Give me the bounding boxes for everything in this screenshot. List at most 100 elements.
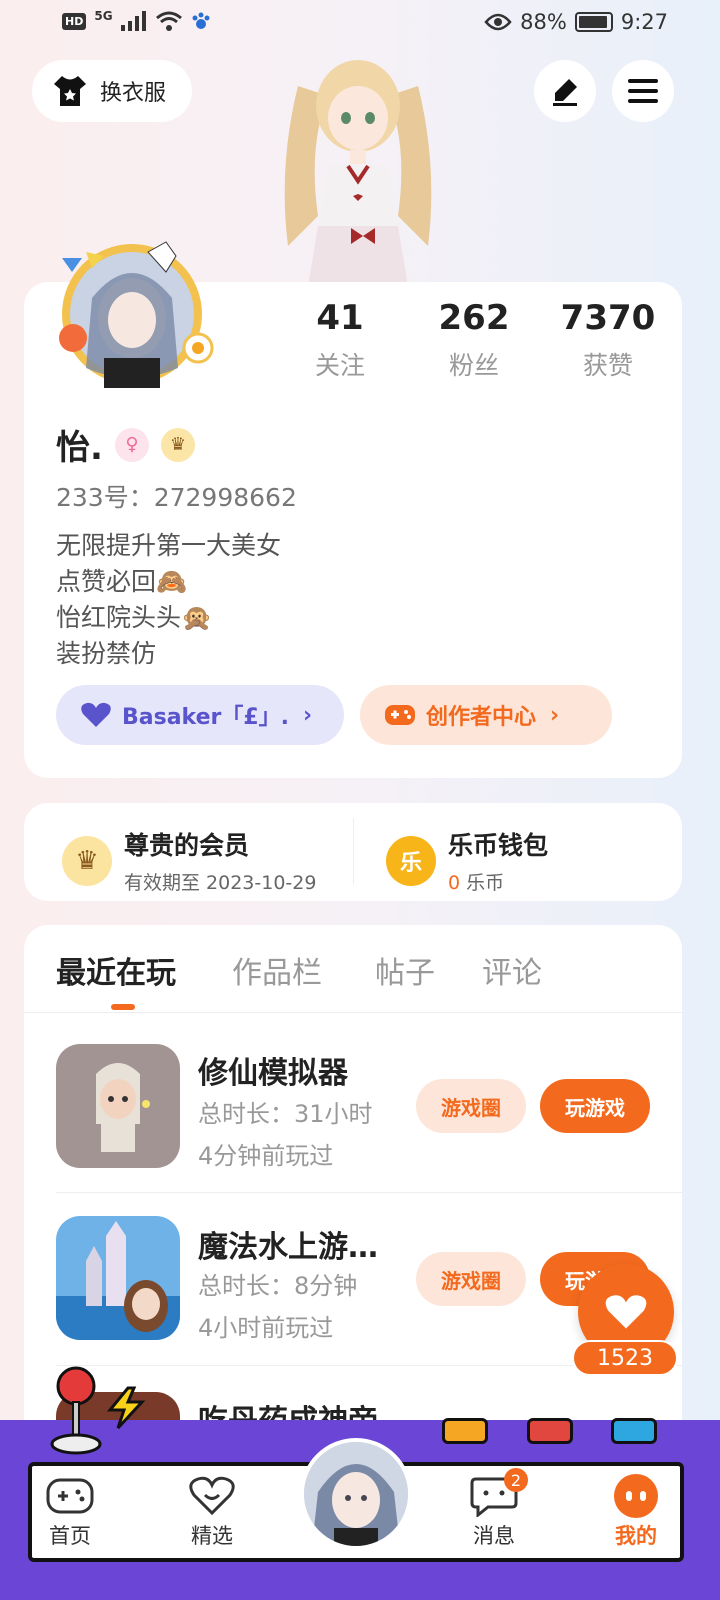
bio-line: 点赞必回🙈 xyxy=(56,567,188,596)
like-count: 1523 xyxy=(572,1340,678,1376)
pen-icon xyxy=(553,79,577,106)
fans-label: 粉丝 xyxy=(448,351,499,380)
avatar-character-image[interactable] xyxy=(258,46,458,286)
heart-icon xyxy=(605,1295,647,1329)
game-last-played: 4小时前玩过 xyxy=(198,1314,334,1342)
eye-icon xyxy=(484,13,512,31)
divider xyxy=(353,818,354,884)
avatar-image xyxy=(304,1442,408,1546)
bio-line: 装扮禁仿 xyxy=(56,639,157,668)
battery-icon xyxy=(574,12,613,32)
vip-title: 尊贵的会员 xyxy=(124,831,250,860)
nav-home[interactable]: 首页 xyxy=(20,1472,120,1550)
tab-indicator xyxy=(111,1004,135,1010)
tab-posts[interactable]: 帖子 xyxy=(375,948,435,992)
likes-count: 7370 xyxy=(560,298,656,338)
stat-fans[interactable]: 262 粉丝 xyxy=(414,298,534,382)
vip-membership[interactable]: ♛ 尊贵的会员 有效期至 2023-10-29 xyxy=(62,826,316,895)
chevron-right-icon: › xyxy=(303,702,313,728)
game-duration: 总时长：31小时 xyxy=(198,1100,373,1128)
tab-works[interactable]: 作品栏 xyxy=(232,948,322,992)
change-outfit-label: 换衣服 xyxy=(100,81,167,106)
wallet[interactable]: 乐 乐币钱包 0 乐币 xyxy=(386,826,548,895)
wallet-balance: 0 乐币 xyxy=(448,868,548,895)
coin-icon: 乐 xyxy=(386,835,436,886)
wallet-unit: 乐币 xyxy=(466,872,505,894)
menu-button[interactable] xyxy=(612,60,674,122)
edit-button[interactable] xyxy=(534,60,596,122)
vip-expiry: 有效期至 2023-10-29 xyxy=(124,872,317,894)
bio-line: 怡红院头头🙊 xyxy=(56,603,213,632)
divider xyxy=(56,1192,682,1193)
hamburger-icon xyxy=(628,79,658,103)
nav-featured[interactable]: 精选 xyxy=(162,1472,262,1550)
decor-button-yellow xyxy=(442,1418,488,1444)
gamepad-icon xyxy=(385,705,415,725)
me-icon xyxy=(614,1474,658,1518)
network-indicator: 5G xyxy=(94,9,113,23)
creator-center-button[interactable]: 创作者中心 › xyxy=(360,685,612,745)
game-icon xyxy=(56,1044,180,1168)
status-right: 88% 9:27 xyxy=(484,10,668,34)
decor-button-blue xyxy=(611,1418,657,1444)
play-game-button[interactable]: 玩游戏 xyxy=(540,1079,650,1133)
battery-percent: 88% xyxy=(520,10,567,34)
nav-messages[interactable]: 2 消息 xyxy=(444,1468,544,1550)
gamepad-icon xyxy=(46,1478,94,1514)
following-label: 关注 xyxy=(314,351,365,380)
game-icon xyxy=(56,1216,180,1340)
profile-name: 怡. xyxy=(56,428,103,468)
guild-label: Basaker「£」. xyxy=(122,705,290,730)
divider xyxy=(24,1012,682,1013)
crown-badge-icon[interactable]: ♛ xyxy=(160,427,195,462)
likes-label: 获赞 xyxy=(582,351,633,380)
guild-button[interactable]: Basaker「£」. › xyxy=(56,685,344,745)
nav-home-label: 首页 xyxy=(49,1524,91,1548)
bio: 无限提升第一大美女 点赞必回🙈 怡红院头头🙊 装扮禁仿 xyxy=(56,528,281,672)
coin-glyph: 乐 xyxy=(399,850,422,876)
wallet-amount: 0 xyxy=(448,872,461,894)
nav-messages-label: 消息 xyxy=(473,1524,515,1548)
heart-icon xyxy=(81,702,111,727)
profile-avatar[interactable] xyxy=(48,228,216,396)
joystick-icon xyxy=(50,1366,102,1455)
user-id: 233号：272998662 xyxy=(56,483,297,512)
nav-featured-label: 精选 xyxy=(191,1524,233,1548)
game-item[interactable] xyxy=(56,1216,180,1344)
heart-outline-icon xyxy=(189,1476,235,1516)
game-circle-button[interactable]: 游戏圈 xyxy=(416,1079,526,1133)
crown-icon: ♛ xyxy=(62,835,112,886)
female-icon: ♀ xyxy=(114,427,149,462)
creator-center-label: 创作者中心 xyxy=(426,705,537,730)
paw-icon xyxy=(192,12,210,29)
status-left: HD 5G xyxy=(62,9,211,32)
chevron-right-icon: › xyxy=(550,702,560,728)
game-item[interactable] xyxy=(56,1044,180,1172)
game-duration: 总时长：8分钟 xyxy=(198,1272,358,1300)
wifi-icon xyxy=(155,11,182,31)
signal-icon xyxy=(120,11,146,31)
tab-recent[interactable]: 最近在玩 xyxy=(56,948,176,992)
game-circle-button[interactable]: 游戏圈 xyxy=(416,1252,526,1306)
wallet-title: 乐币钱包 xyxy=(448,831,549,860)
stat-following[interactable]: 41 关注 xyxy=(280,298,400,382)
lightning-icon xyxy=(106,1386,146,1430)
bio-line: 无限提升第一大美女 xyxy=(56,531,282,560)
decor-button-red xyxy=(527,1418,573,1444)
profile-name-row: 怡. ♀ ♛ xyxy=(56,420,195,469)
tab-comments[interactable]: 评论 xyxy=(482,948,542,992)
hd-indicator: HD xyxy=(62,12,87,30)
nav-me-label: 我的 xyxy=(615,1524,657,1548)
clock: 9:27 xyxy=(620,10,668,34)
fans-count: 262 xyxy=(438,298,510,338)
game-last-played: 4分钟前玩过 xyxy=(198,1142,334,1170)
following-count: 41 xyxy=(316,298,364,338)
message-badge: 2 xyxy=(504,1468,528,1492)
game-title[interactable]: 修仙模拟器 xyxy=(198,1048,348,1092)
nav-me[interactable]: 我的 xyxy=(586,1472,686,1550)
shirt-icon xyxy=(54,76,86,106)
change-outfit-button[interactable]: 换衣服 xyxy=(32,60,192,122)
stat-likes[interactable]: 7370 获赞 xyxy=(548,298,668,382)
game-title[interactable]: 魔法水上游… xyxy=(198,1222,378,1266)
nav-avatar-button[interactable] xyxy=(300,1438,412,1550)
